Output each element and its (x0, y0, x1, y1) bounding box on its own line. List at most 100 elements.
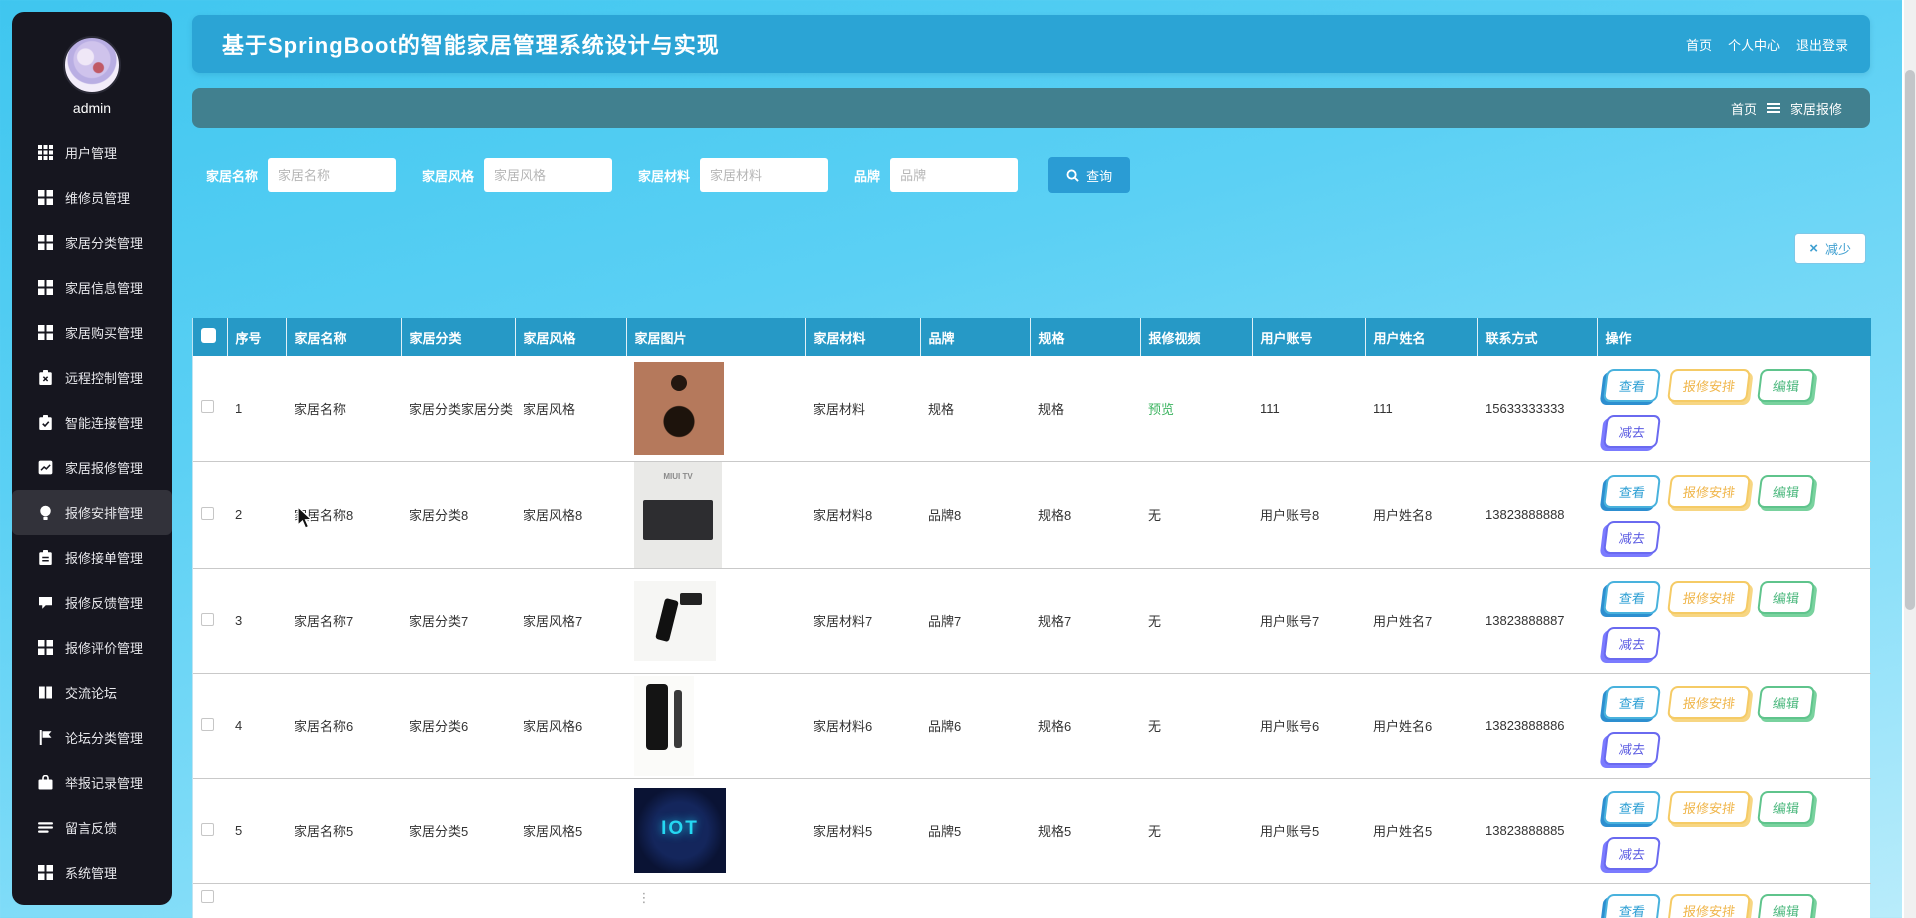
sidebar-item-3[interactable]: 家居信息管理 (12, 265, 172, 310)
grid4-icon (38, 640, 53, 655)
sidebar-item-label: 智能连接管理 (65, 413, 143, 432)
column-header-5: 家居材料 (805, 318, 920, 356)
subtract-button[interactable]: 减去 (1603, 732, 1661, 765)
search-filters: 家居名称家居风格家居材料品牌查询 (206, 157, 1130, 193)
sidebar-item-9[interactable]: 报修接单管理 (12, 535, 172, 580)
view-button[interactable]: 查看 (1603, 791, 1661, 824)
repair-arrange-button[interactable]: 报修安排 (1667, 475, 1751, 508)
cell-spec: 规格8 (1030, 461, 1140, 568)
sidebar-item-5[interactable]: 远程控制管理 (12, 355, 172, 400)
table-row-4: 4家居名称6家居分类6家居风格6家居材料6品牌6规格6无用户账号6用户姓名613… (193, 673, 1871, 778)
cell-brand: 规格 (920, 356, 1030, 461)
sidebar-item-label: 远程控制管理 (65, 368, 143, 387)
view-button[interactable]: 查看 (1603, 475, 1661, 508)
repair-arrange-button[interactable]: 报修安排 (1667, 791, 1751, 824)
search-button[interactable]: 查询 (1048, 157, 1130, 193)
cell-video (1140, 883, 1252, 918)
cell-material: 家居材料 (805, 356, 920, 461)
edit-button[interactable]: 编辑 (1757, 581, 1815, 614)
filter-input-1[interactable] (484, 158, 612, 192)
filter-label-2: 家居材料 (638, 166, 690, 185)
topnav-link-home[interactable]: 首页 (1686, 35, 1712, 54)
filter-label-3: 品牌 (854, 166, 880, 185)
repair-arrange-button[interactable]: 报修安排 (1667, 369, 1751, 402)
edit-button[interactable]: 编辑 (1757, 894, 1815, 918)
sidebar-item-7[interactable]: 家居报修管理 (12, 445, 172, 490)
cell-category: 家居分类5 (401, 778, 515, 883)
table-row-5: 5家居名称5家居分类5家居风格5IOT家居材料5品牌5规格5无用户账号5用户姓名… (193, 778, 1871, 883)
edit-button[interactable]: 编辑 (1757, 686, 1815, 719)
sidebar-item-4[interactable]: 家居购买管理 (12, 310, 172, 355)
filter-input-3[interactable] (890, 158, 1018, 192)
sidebar-item-12[interactable]: 交流论坛 (12, 670, 172, 715)
subtract-button[interactable]: 减去 (1603, 627, 1661, 660)
filter-input-0[interactable] (268, 158, 396, 192)
sidebar-item-6[interactable]: 智能连接管理 (12, 400, 172, 445)
sidebar-item-label: 报修反馈管理 (65, 593, 143, 612)
reduce-button[interactable]: × 减少 (1794, 233, 1866, 264)
page-title: 基于SpringBoot的智能家居管理系统设计与实现 (222, 28, 1686, 60)
column-header-3: 家居风格 (515, 318, 626, 356)
cell-seq: 1 (227, 356, 286, 461)
cell-actions: 查看 报修安排 编辑 减去 (1597, 568, 1871, 673)
view-button[interactable]: 查看 (1603, 369, 1661, 402)
breadcrumb-home[interactable]: 首页 (1731, 99, 1757, 118)
cell-brand (920, 883, 1030, 918)
subtract-button[interactable]: 减去 (1603, 415, 1661, 448)
sidebar-item-2[interactable]: 家居分类管理 (12, 220, 172, 265)
row-checkbox[interactable] (201, 400, 214, 413)
edit-button[interactable]: 编辑 (1757, 791, 1815, 824)
topnav-link-logout[interactable]: 退出登录 (1796, 35, 1848, 54)
data-table: 序号家居名称家居分类家居风格家居图片家居材料品牌规格报修视频用户账号用户姓名联系… (193, 318, 1871, 918)
edit-button[interactable]: 编辑 (1757, 369, 1815, 402)
filter-input-2[interactable] (700, 158, 828, 192)
video-preview-link[interactable]: 预览 (1148, 402, 1174, 417)
row-checkbox[interactable] (201, 823, 214, 836)
cell-spec: 规格6 (1030, 673, 1140, 778)
sidebar-item-8[interactable]: 报修安排管理 (12, 490, 172, 535)
sidebar-item-10[interactable]: 报修反馈管理 (12, 580, 172, 625)
sidebar-item-16[interactable]: 系统管理 (12, 850, 172, 895)
sidebar-item-label: 家居分类管理 (65, 233, 143, 252)
sidebar-item-11[interactable]: 报修评价管理 (12, 625, 172, 670)
edit-button[interactable]: 编辑 (1757, 475, 1815, 508)
book-icon (38, 685, 53, 700)
product-image-label: IOT (634, 818, 726, 840)
row-checkbox[interactable] (201, 890, 214, 903)
scrollbar-thumb[interactable] (1905, 70, 1915, 610)
sidebar-item-0[interactable]: 用户管理 (12, 130, 172, 175)
repair-arrange-button[interactable]: 报修安排 (1667, 894, 1751, 918)
subtract-button[interactable]: 减去 (1603, 837, 1661, 870)
cell-image (626, 673, 805, 778)
cell-name: 家居名称6 (286, 673, 401, 778)
cell-spec: 规格5 (1030, 778, 1140, 883)
repair-arrange-button[interactable]: 报修安排 (1667, 581, 1751, 614)
view-button[interactable]: 查看 (1603, 686, 1661, 719)
sidebar-item-14[interactable]: 举报记录管理 (12, 760, 172, 805)
row-checkbox[interactable] (201, 613, 214, 626)
select-all-checkbox[interactable] (201, 328, 216, 343)
column-header-1: 家居名称 (286, 318, 401, 356)
row-checkbox[interactable] (201, 507, 214, 520)
row-checkbox-cell (193, 461, 227, 568)
view-button[interactable]: 查看 (1603, 581, 1661, 614)
sidebar-item-13[interactable]: 论坛分类管理 (12, 715, 172, 760)
sidebar-item-1[interactable]: 维修员管理 (12, 175, 172, 220)
view-button[interactable]: 查看 (1603, 894, 1661, 918)
grid9-icon (38, 145, 53, 160)
product-image-tv: MIUI TV (634, 462, 722, 568)
cell-actions: 查看 报修安排 编辑 减去 (1597, 673, 1871, 778)
cell-seq: 4 (227, 673, 286, 778)
cell-style (515, 883, 626, 918)
grid4-icon (38, 325, 53, 340)
cell-image: MIUI TV (626, 461, 805, 568)
topnav-link-profile[interactable]: 个人中心 (1728, 35, 1780, 54)
repair-arrange-button[interactable]: 报修安排 (1667, 686, 1751, 719)
subtract-button[interactable]: 减去 (1603, 521, 1661, 554)
cell-username: 用户姓名8 (1365, 461, 1477, 568)
close-icon: × (1809, 241, 1818, 256)
sidebar-item-15[interactable]: 留言反馈 (12, 805, 172, 850)
row-checkbox[interactable] (201, 718, 214, 731)
cell-username (1365, 883, 1477, 918)
cell-actions: 查看 报修安排 编辑 减去 (1597, 356, 1871, 461)
